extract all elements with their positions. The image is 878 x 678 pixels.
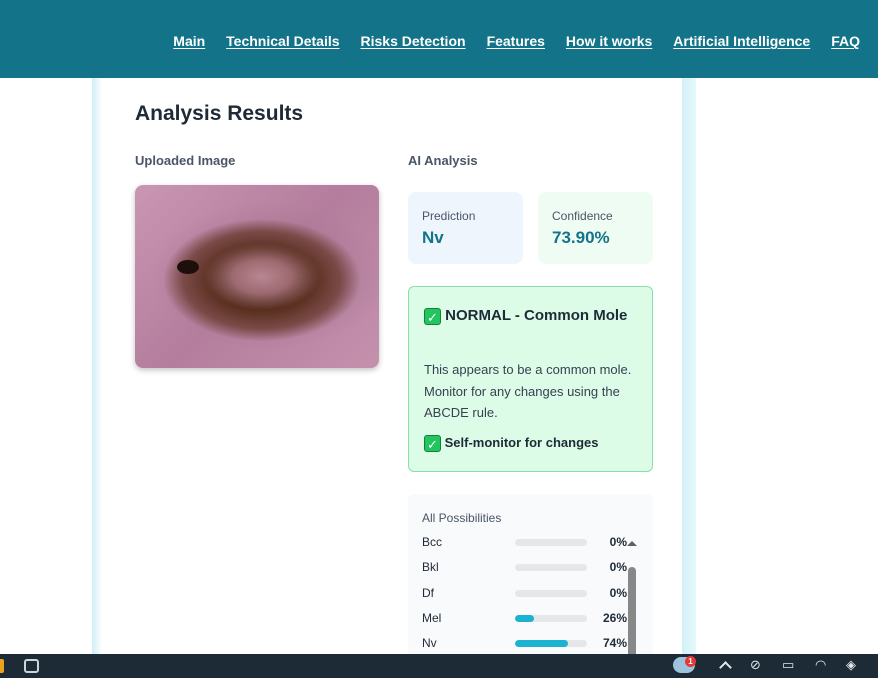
possibility-row: Nv 74%: [422, 634, 627, 652]
possibility-name: Bcc: [422, 535, 443, 549]
all-possibilities-panel: All Possibilities Bcc 0% Bkl 0% Df 0% Mel 26% Nv…: [408, 494, 653, 664]
app-icon[interactable]: [24, 659, 39, 673]
possibility-name: Nv: [422, 636, 437, 651]
confidence-value: 73.90%: [552, 228, 610, 247]
possibility-name: Bkl: [422, 560, 439, 575]
uploaded-lesion-image: [135, 185, 379, 368]
chevron-up-icon[interactable]: [719, 661, 732, 674]
recommendation-text: Self-monitor for changes: [444, 435, 599, 450]
possibility-percent: 0%: [609, 535, 627, 549]
nav-link-artificial-intelligence[interactable]: Artificial Intelligence: [673, 33, 810, 49]
prediction-label: Prediction: [422, 209, 476, 223]
battery-icon[interactable]: ▭: [782, 657, 794, 673]
verdict-panel: ✓ NORMAL - Common Mole This appears to b…: [408, 286, 653, 472]
prediction-card: Prediction Nv: [408, 192, 523, 264]
page-gradient-left: [92, 78, 102, 654]
confidence-card: Confidence 73.90%: [538, 192, 653, 264]
page-gradient-right: [682, 78, 696, 654]
nav-link-faq[interactable]: FAQ: [831, 33, 860, 49]
scroll-up-arrow-icon[interactable]: [627, 541, 637, 546]
scrollbar-thumb[interactable]: [628, 567, 636, 664]
probability-bar: [515, 564, 587, 572]
nav-link-features[interactable]: Features: [487, 33, 545, 49]
possibility-row: Bcc 0%: [422, 533, 627, 551]
probability-bar: [515, 640, 587, 648]
possibility-percent: 26%: [602, 610, 627, 625]
possibility-percent: 0%: [609, 585, 627, 600]
analysis-results-card: Analysis Results Uploaded Image AI Analy…: [102, 78, 682, 664]
verdict-title: ✓ NORMAL - Common Mole: [424, 303, 639, 329]
nav-link-how-it-works[interactable]: How it works: [566, 33, 652, 49]
check-icon: ✓: [424, 308, 441, 325]
possibility-row: Mel 26%: [422, 609, 627, 627]
os-taskbar: [0, 654, 878, 678]
possibilities-heading: All Possibilities: [422, 511, 502, 525]
possibility-row: Bkl 0%: [422, 558, 627, 576]
probability-bar: [515, 589, 587, 597]
probability-bar: [515, 539, 587, 546]
prediction-value: Nv: [422, 228, 444, 247]
notification-badge: 1: [685, 656, 696, 667]
uploaded-image-heading: Uploaded Image: [135, 153, 236, 168]
verdict-description: This appears to be a common mole. Monito…: [424, 362, 632, 420]
check-icon: ✓: [424, 435, 441, 452]
wifi-icon[interactable]: ◠: [815, 657, 826, 673]
top-navbar: Main Technical Details Risks Detection F…: [0, 0, 878, 78]
lesion-dark-spot: [177, 260, 199, 274]
possibility-name: Df: [422, 585, 434, 600]
nav-link-technical-details[interactable]: Technical Details: [226, 33, 339, 49]
page-title: Analysis Results: [135, 102, 304, 125]
nav-link-risks-detection[interactable]: Risks Detection: [361, 33, 466, 49]
pinned-app-icon[interactable]: [0, 659, 4, 673]
possibility-name: Mel: [422, 610, 442, 625]
verdict-title-text: NORMAL - Common Mole: [445, 307, 628, 324]
verdict-recommendation: ✓ Self-monitor for changes: [424, 435, 598, 452]
possibility-percent: 74%: [602, 636, 627, 651]
probability-bar-fill: [515, 640, 569, 648]
eye-off-icon[interactable]: ⊘: [750, 657, 761, 673]
nav-link-main[interactable]: Main: [173, 33, 205, 49]
main-nav: Main Technical Details Risks Detection F…: [173, 33, 860, 49]
possibility-percent: 0%: [609, 560, 627, 575]
confidence-label: Confidence: [552, 209, 613, 223]
ai-analysis-heading: AI Analysis: [408, 153, 478, 168]
shield-icon[interactable]: ◈: [846, 657, 856, 673]
probability-bar: [515, 614, 587, 622]
possibility-row: Df 0%: [422, 584, 627, 602]
probability-bar-fill: [515, 614, 534, 622]
